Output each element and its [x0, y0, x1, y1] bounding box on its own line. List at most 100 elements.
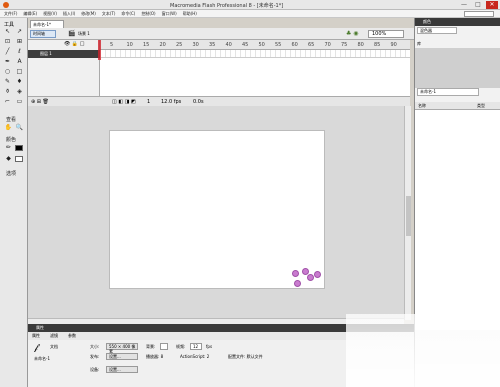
- menu-file[interactable]: 文件(F): [4, 11, 17, 17]
- timeline-panel: 👁 🔒 □ 图层 1 5 10 15 20 25 30 35 40 45 50 55 60 65 70 75…: [28, 40, 410, 106]
- eyedropper-icon[interactable]: ⌐: [2, 98, 13, 106]
- scroll-thumb[interactable]: [406, 196, 411, 236]
- brush-tool-icon[interactable]: ♦: [14, 78, 25, 86]
- pencil-tool-icon[interactable]: ✎: [2, 78, 13, 86]
- onion-skin-icons[interactable]: ◫ ◧ ◨ ◩: [112, 99, 136, 105]
- frame-number: 15: [143, 42, 150, 48]
- text-tool-icon[interactable]: A: [14, 58, 25, 66]
- watermark-overlay: [346, 314, 500, 387]
- frame-number: 35: [209, 42, 216, 48]
- fill-swatch[interactable]: [15, 156, 23, 162]
- rectangle-tool-icon[interactable]: □: [14, 68, 25, 76]
- options-label: 选项: [6, 171, 17, 177]
- menu-edit[interactable]: 编辑(E): [23, 11, 37, 17]
- scene-name: 场景 1: [78, 31, 90, 36]
- free-transform-icon[interactable]: ⊡: [2, 38, 13, 46]
- vertical-scrollbar[interactable]: [404, 106, 411, 320]
- hand-tool-icon[interactable]: ✋: [3, 124, 14, 132]
- fill-color-icon[interactable]: ◆: [3, 155, 14, 163]
- flash-logo-icon: [3, 2, 9, 8]
- frame-number: 65: [308, 42, 315, 48]
- layer-controls-icons[interactable]: ⊕ ⊞ 🗑: [31, 99, 49, 105]
- zoom-tool-icon[interactable]: 🔍: [14, 124, 25, 132]
- frame-number: 5: [110, 42, 114, 48]
- stroke-swatch[interactable]: [15, 145, 23, 151]
- color-panel-title[interactable]: 颜色: [415, 18, 500, 26]
- fps-input[interactable]: 12: [190, 343, 202, 350]
- library-col-type[interactable]: 类型: [477, 103, 485, 109]
- window-controls: — □ ✕: [458, 1, 498, 9]
- library-preview: [415, 48, 500, 88]
- menu-modify[interactable]: 修改(M): [81, 11, 96, 17]
- publish-settings-button[interactable]: 设置...: [106, 353, 138, 360]
- frame-rate: 12.0 fps: [161, 99, 182, 105]
- frame-number: 10: [126, 42, 133, 48]
- document-tab[interactable]: 未命名-1*: [30, 20, 64, 28]
- selection-tool-icon[interactable]: ↖: [2, 28, 13, 36]
- library-list: [415, 110, 500, 330]
- oval-tool-icon[interactable]: ○: [2, 68, 13, 76]
- menu-text[interactable]: 文本(T): [102, 11, 116, 17]
- menu-view[interactable]: 视图(V): [43, 11, 57, 17]
- lasso-tool-icon[interactable]: ℓ: [14, 48, 25, 56]
- menu-bar: 文件(F) 编辑(E) 视图(V) 插入(I) 修改(M) 文本(T) 命令(C…: [0, 10, 500, 18]
- device-settings-button[interactable]: 设置...: [106, 366, 138, 373]
- shape-dot[interactable]: [294, 280, 301, 287]
- frame-row[interactable]: [101, 50, 410, 58]
- profile-label: 配置文件: 默认文件: [228, 354, 263, 359]
- shape-dot[interactable]: [292, 270, 299, 277]
- size-button[interactable]: 550 × 400 像素: [106, 343, 138, 354]
- elapsed-time: 0.0s: [193, 99, 204, 105]
- menu-window[interactable]: 窗口(W): [162, 11, 177, 17]
- frame-number: 80: [357, 42, 364, 48]
- minimize-button[interactable]: —: [458, 1, 470, 9]
- frame-number: 75: [341, 42, 348, 48]
- doc-label: 文档: [50, 344, 58, 349]
- pen-tool-icon[interactable]: ✒: [2, 58, 13, 66]
- window-title: Macromedia Flash Professional 8 - [未命名-1…: [170, 3, 284, 9]
- close-button[interactable]: ✕: [486, 1, 498, 9]
- size-label: 大小:: [90, 344, 100, 349]
- stage-canvas[interactable]: [110, 131, 324, 288]
- title-bar: Macromedia Flash Professional 8 - [未命名-1…: [0, 0, 500, 10]
- fill-transform-icon[interactable]: ⊞: [14, 38, 25, 46]
- frame-number: 60: [291, 42, 298, 48]
- playhead[interactable]: [98, 40, 101, 60]
- toolbox: 工具 ↖ ↗ ⊡ ⊞ ╱ ℓ ✒ A ○ □ ✎ ♦ ⚱ ◈ ⌐ ▭ 查看 ✋ …: [0, 18, 28, 387]
- bg-color-swatch[interactable]: [160, 343, 168, 350]
- frame-number: 85: [374, 42, 381, 48]
- frame-ruler[interactable]: 5 10 15 20 25 30 35 40 45 50 55 60 65 70 75 80 85 90: [102, 41, 410, 49]
- subselection-tool-icon[interactable]: ↗: [14, 28, 25, 36]
- shape-dot[interactable]: [307, 274, 314, 281]
- help-search-box[interactable]: [464, 10, 494, 17]
- library-document-select[interactable]: 未命名-1: [417, 88, 479, 96]
- paint-bucket-icon[interactable]: ◈: [14, 88, 25, 96]
- frame-number: 90: [390, 42, 397, 48]
- bg-label: 背景:: [146, 344, 156, 349]
- menu-control[interactable]: 控制(O): [141, 11, 155, 17]
- frame-number: 70: [324, 42, 331, 48]
- menu-insert[interactable]: 插入(I): [63, 11, 75, 17]
- document-icon: 𝒻: [34, 343, 39, 353]
- eraser-tool-icon[interactable]: ▭: [14, 98, 25, 106]
- tab-filters[interactable]: 滤镜: [50, 332, 58, 340]
- zoom-select[interactable]: 100%: [368, 30, 404, 38]
- layer-row[interactable]: 图层 1: [28, 50, 100, 58]
- tab-properties[interactable]: 属性: [32, 332, 40, 340]
- tool-grid: ↖ ↗ ⊡ ⊞ ╱ ℓ ✒ A ○ □ ✎ ♦ ⚱ ◈ ⌐ ▭: [2, 28, 26, 106]
- shape-dot[interactable]: [314, 271, 321, 278]
- line-tool-icon[interactable]: ╱: [2, 48, 13, 56]
- timeline-toggle-button[interactable]: 时间轴: [30, 30, 56, 38]
- menu-help[interactable]: 帮助(H): [183, 11, 197, 17]
- library-col-name[interactable]: 名称: [418, 103, 426, 109]
- tab-parameters[interactable]: 参数: [68, 332, 76, 340]
- stroke-color-icon[interactable]: ✏: [3, 144, 14, 152]
- edit-symbols-icon[interactable]: ♣ ◉: [346, 30, 359, 37]
- maximize-button[interactable]: □: [472, 1, 484, 9]
- menu-commands[interactable]: 命令(C): [121, 11, 135, 17]
- frame-number: 25: [176, 42, 183, 48]
- color-mixer-tab[interactable]: 混色器: [417, 27, 457, 34]
- ink-bottle-icon[interactable]: ⚱: [2, 88, 13, 96]
- layer-toggle-icons[interactable]: 👁 🔒 □: [64, 41, 84, 47]
- view-label: 查看: [6, 117, 17, 123]
